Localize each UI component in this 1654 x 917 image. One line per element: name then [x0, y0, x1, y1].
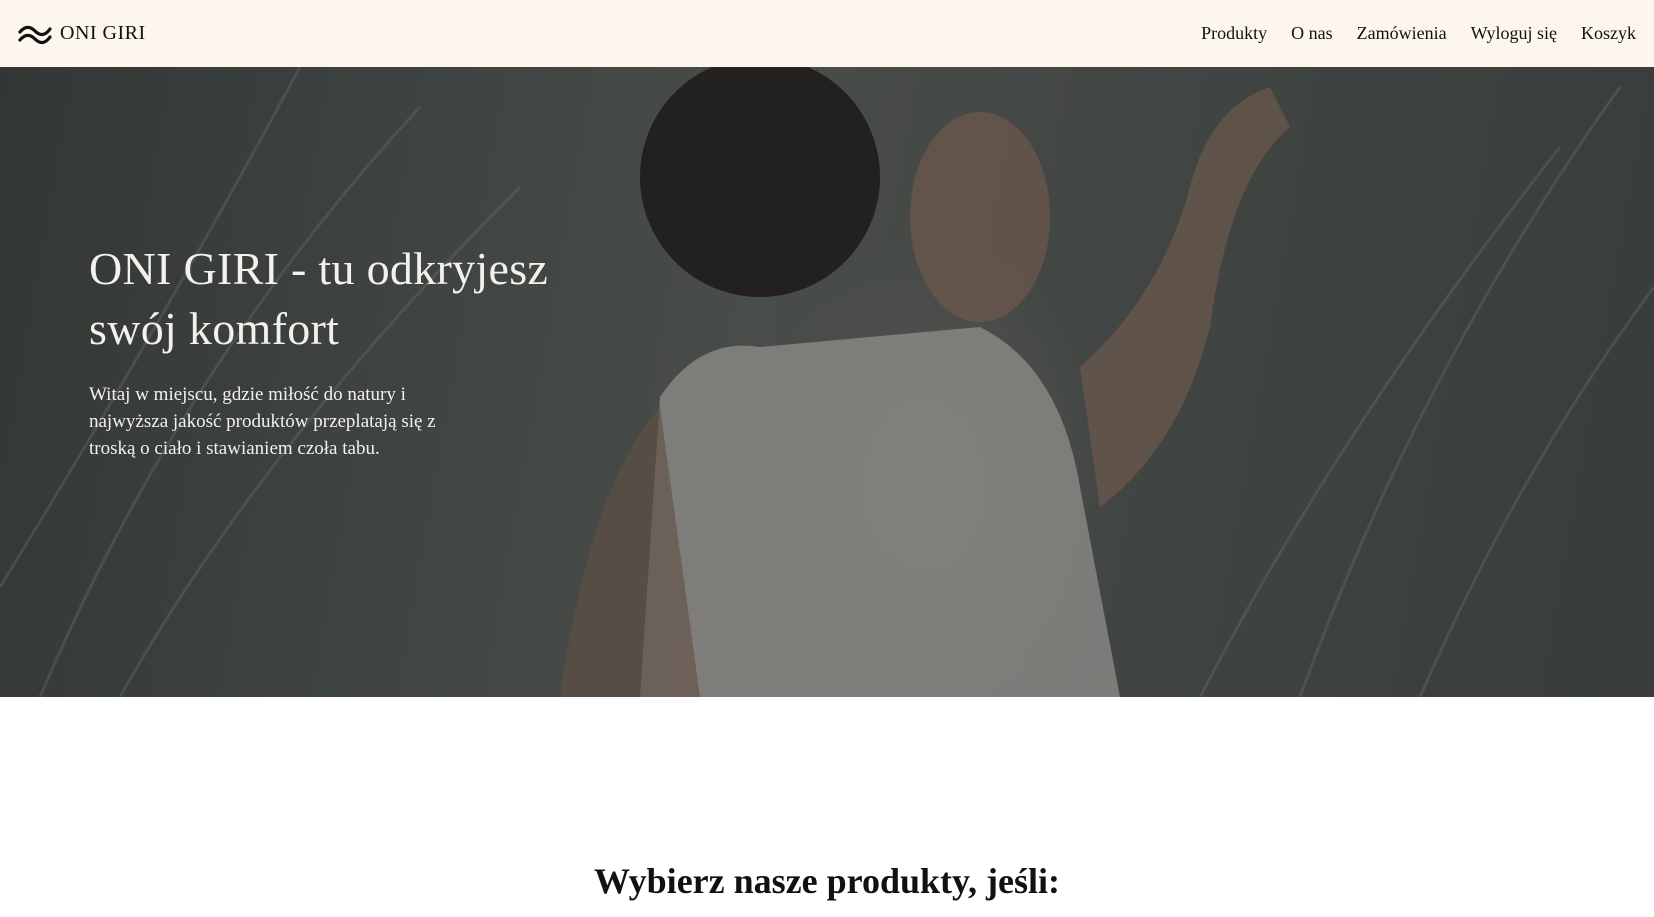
- nav-link-cart[interactable]: Koszyk: [1581, 23, 1636, 44]
- hero-subtitle: Witaj w miejscu, gdzie miłość do natury …: [89, 384, 436, 459]
- hero-title-line-1: ONI GIRI - tu odkryjesz: [89, 243, 549, 294]
- hero-text-block: ONI GIRI - tu odkryjesz swój komfort Wit…: [89, 239, 649, 462]
- hero-banner: ONI GIRI - tu odkryjesz swój komfort Wit…: [0, 67, 1654, 697]
- brand-logo-link[interactable]: ONI GIRI: [18, 22, 146, 45]
- nav-link-products[interactable]: Produkty: [1201, 23, 1267, 44]
- brand-name: ONI GIRI: [60, 22, 146, 44]
- nav-link-logout[interactable]: Wyloguj się: [1471, 23, 1557, 44]
- hero-title: ONI GIRI - tu odkryjesz swój komfort: [89, 239, 649, 359]
- main-nav: Produkty O nas Zamówienia Wyloguj się Ko…: [1201, 23, 1636, 44]
- hero-title-line-2: swój komfort: [89, 303, 340, 354]
- nav-link-about[interactable]: O nas: [1291, 23, 1333, 44]
- wave-icon: [18, 23, 52, 45]
- section-heading: Wybierz nasze produkty, jeśli:: [594, 861, 1060, 901]
- top-navbar: ONI GIRI Produkty O nas Zamówienia Wylog…: [0, 0, 1654, 67]
- nav-link-orders[interactable]: Zamówienia: [1357, 23, 1447, 44]
